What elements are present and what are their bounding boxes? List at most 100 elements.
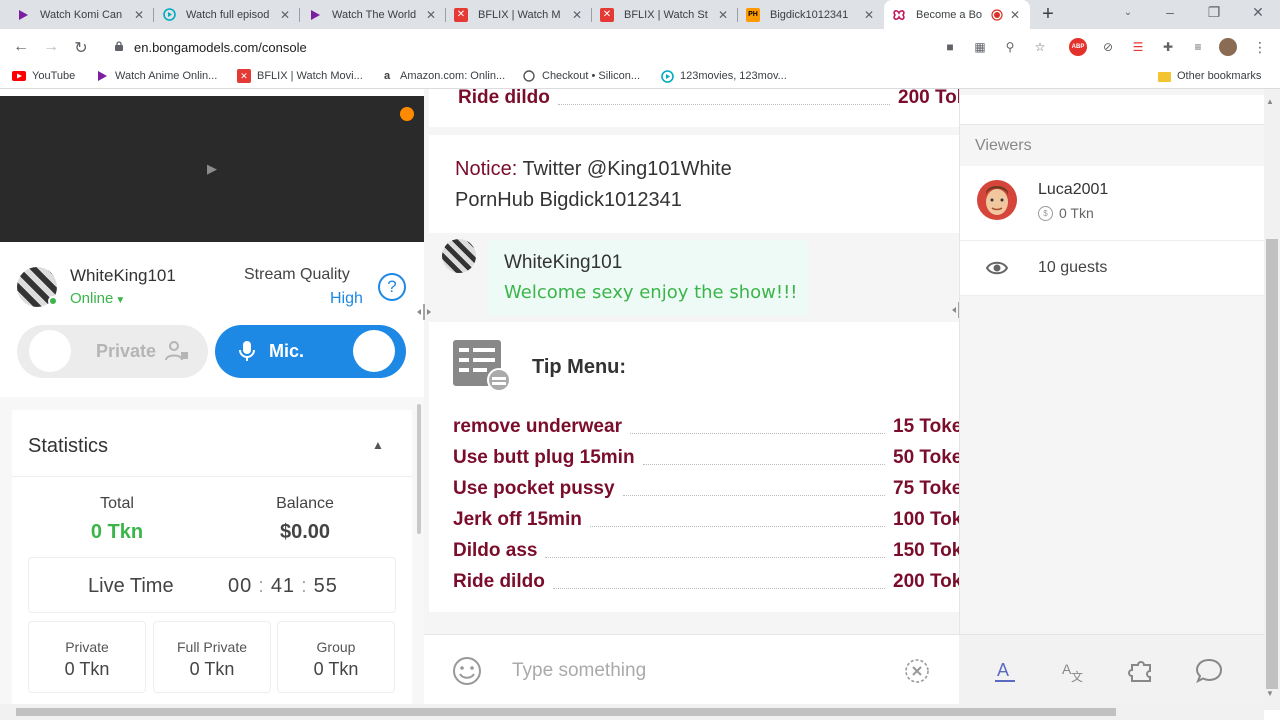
statistics-title: Statistics — [28, 435, 109, 457]
resize-handle-icon[interactable] — [415, 301, 433, 323]
eye-icon — [986, 261, 1008, 275]
chat-panel: Ride dildo200 Tok Notice: Twitter @King1… — [424, 89, 959, 704]
tab-search-icon[interactable]: ⌄ — [1118, 7, 1138, 18]
private-stat: Private 0 Tkn — [28, 621, 146, 693]
zoom-icon[interactable]: ⚲ — [1001, 38, 1019, 56]
bookmark-item[interactable]: Watch Anime Onlin... — [95, 69, 217, 83]
emoji-icon[interactable] — [452, 656, 482, 686]
tab-close-icon[interactable]: ✕ — [716, 8, 730, 22]
adblock-plus-icon[interactable]: ABP — [1069, 38, 1087, 56]
statistics-card: Statistics ▲ Total 0 Tkn Balance $0.00 L… — [12, 410, 412, 710]
user-lock-icon — [165, 341, 188, 361]
coin-icon: $ — [1038, 205, 1053, 221]
other-bookmarks[interactable]: Other bookmarks — [1157, 69, 1261, 83]
microphone-icon — [239, 341, 255, 361]
puzzle-extensions-icon[interactable]: ✚ — [1159, 38, 1177, 56]
extension-red-icon[interactable]: ☰ — [1129, 38, 1147, 56]
tip-menu-row: Jerk off 15min100 Tokens — [453, 509, 959, 530]
browser-tab[interactable]: PH Bigdick1012341 ✕ — [738, 0, 884, 29]
recording-icon — [990, 8, 1004, 22]
address-toolbar: ← → ↻ en.bongamodels.com/console ■ ▦ ⚲ ☆… — [0, 29, 1280, 65]
puzzle-apps-icon[interactable] — [1127, 657, 1155, 685]
profile-avatar[interactable] — [1219, 38, 1237, 56]
help-icon[interactable]: ? — [378, 273, 406, 301]
tab-close-icon[interactable]: ✕ — [862, 8, 876, 22]
tab-close-icon[interactable]: ✕ — [570, 8, 584, 22]
browser-tab-active[interactable]: Become a Bo ✕ — [884, 0, 1030, 29]
forward-arrow-icon[interactable]: → — [42, 38, 60, 56]
x-logo-icon: ✕ — [237, 69, 251, 83]
bookmark-item[interactable]: ✕ BFLIX | Watch Movi... — [237, 69, 363, 83]
private-toggle[interactable]: Private — [17, 325, 208, 378]
font-style-icon[interactable]: A — [991, 657, 1019, 685]
url-field[interactable]: en.bongamodels.com/console — [134, 40, 307, 55]
total-value: 0 Tkn — [90, 521, 144, 543]
star-bookmark-icon[interactable]: ☆ — [1031, 38, 1049, 56]
viewer-name[interactable]: Luca2001 — [1038, 181, 1108, 199]
tab-close-icon[interactable]: ✕ — [424, 8, 438, 22]
chevron-up-icon[interactable]: ▲ — [372, 438, 384, 452]
right-toolbar: A A文 — [959, 634, 1264, 710]
tab-close-icon[interactable]: ✕ — [1008, 8, 1022, 22]
notice-card: Notice: Twitter @King101White PornHub Bi… — [429, 135, 959, 233]
tab-close-icon[interactable]: ✕ — [132, 8, 146, 22]
bookmark-item[interactable]: a Amazon.com: Onlin... — [380, 69, 505, 83]
message-username[interactable]: WhiteKing101 — [504, 252, 622, 274]
new-tab-button[interactable]: + — [1038, 3, 1058, 26]
toggle-knob — [353, 330, 395, 372]
block-icon[interactable]: ⊘ — [1099, 38, 1117, 56]
chat-message-input[interactable] — [512, 656, 892, 686]
video-preview[interactable]: ▶ — [0, 96, 424, 242]
bookmark-item[interactable]: 123movies, 123mov... — [660, 69, 787, 83]
viewer-avatar — [977, 180, 1017, 220]
video-placeholder: ▶ — [207, 161, 217, 176]
restore-icon[interactable]: ❐ — [1204, 4, 1224, 21]
viewer-row[interactable]: Luca2001 $0 Tkn — [960, 166, 1265, 241]
tab-title: Become a Bo — [916, 8, 983, 21]
clear-input-icon[interactable] — [904, 658, 930, 684]
browser-tab[interactable]: Watch Komi Can ✕ — [8, 0, 154, 29]
reload-icon[interactable]: ↻ — [72, 38, 90, 58]
mic-toggle[interactable]: Mic. — [215, 325, 406, 378]
play-icon — [308, 8, 322, 22]
close-window-icon[interactable]: ✕ — [1248, 4, 1268, 21]
chevron-down-icon: ▼ — [115, 295, 126, 306]
scroll-up-icon[interactable]: ▲ — [1266, 97, 1274, 106]
tip-menu-title: Tip Menu: — [532, 356, 627, 378]
tab-title: BFLIX | Watch M — [478, 8, 561, 21]
model-name: WhiteKing101 — [70, 266, 176, 285]
chat-bubble-icon[interactable] — [1195, 657, 1223, 685]
qr-code-icon[interactable]: ▦ — [971, 38, 989, 56]
more-menu-icon[interactable]: ⋮ — [1251, 38, 1269, 56]
message-avatar[interactable] — [442, 239, 476, 273]
horizontal-scrollbar[interactable] — [0, 704, 1264, 720]
browser-tab[interactable]: Watch full episod ✕ — [154, 0, 300, 29]
bookmark-item[interactable]: YouTube — [12, 69, 75, 83]
browser-tab[interactable]: Watch The World ✕ — [300, 0, 446, 29]
scroll-down-icon[interactable]: ▼ — [1266, 689, 1274, 698]
back-arrow-icon[interactable]: ← — [12, 38, 30, 56]
left-scrollbar[interactable] — [417, 404, 421, 534]
browser-tab[interactable]: ✕ BFLIX | Watch M ✕ — [446, 0, 592, 29]
x-logo-icon: ✕ — [600, 7, 614, 22]
mic-label: Mic. — [269, 341, 305, 361]
status-dropdown[interactable]: Online ▼ — [70, 290, 125, 307]
lock-icon[interactable] — [114, 41, 124, 51]
viewers-panel: Viewers Luca2001 $0 Tkn 10 guests — [959, 89, 1280, 704]
translate-icon[interactable]: A文 — [1059, 657, 1087, 685]
horizontal-scrollbar-thumb[interactable] — [16, 708, 1116, 716]
reading-list-icon[interactable]: ≡ — [1189, 38, 1207, 56]
minimize-icon[interactable]: – — [1160, 4, 1180, 20]
notice-text: Notice: Twitter @King101White PornHub Bi… — [455, 158, 732, 211]
bookmarks-bar: YouTube Watch Anime Onlin... ✕ BFLIX | W… — [0, 65, 1280, 89]
stream-quality-value[interactable]: High — [330, 290, 363, 308]
bookmark-item[interactable]: Checkout • Silicon... — [522, 69, 640, 83]
toggle-knob — [29, 330, 71, 372]
tab-title: Bigdick1012341 — [770, 8, 849, 21]
svg-text:A: A — [997, 660, 1009, 680]
camera-icon[interactable]: ■ — [941, 38, 959, 56]
tab-close-icon[interactable]: ✕ — [278, 8, 292, 22]
live-time-value: 00:41:55 — [228, 575, 338, 597]
browser-tab[interactable]: ✕ BFLIX | Watch St ✕ — [592, 0, 738, 29]
page-scrollbar-thumb[interactable] — [1266, 239, 1278, 689]
